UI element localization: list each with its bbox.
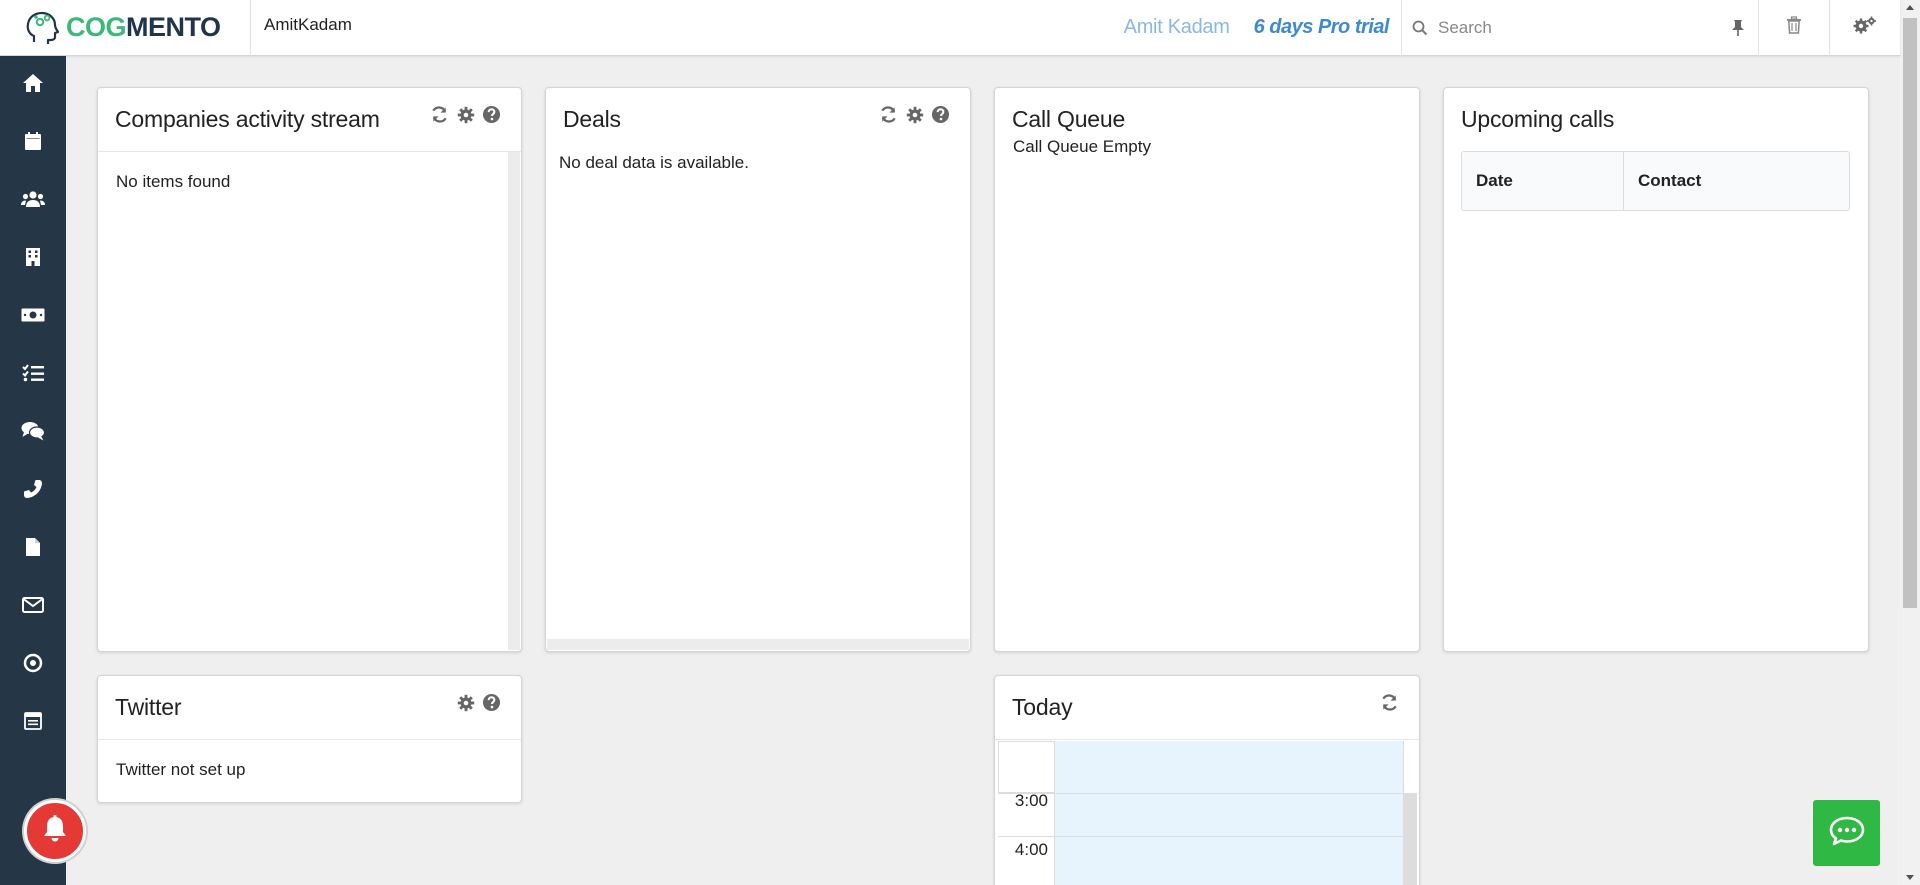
pro-trial-link[interactable]: 6 days Pro trial xyxy=(1254,16,1390,39)
sidebar-item-calendar[interactable] xyxy=(0,114,66,172)
upcoming-calls-card: Upcoming calls Date Contact xyxy=(1443,87,1869,652)
card-title: Upcoming calls xyxy=(1461,106,1615,132)
document-icon xyxy=(25,537,41,562)
sidebar-item-cases[interactable] xyxy=(0,404,66,462)
search-icon xyxy=(1402,20,1438,36)
help-icon[interactable] xyxy=(482,105,501,124)
card-title: Today xyxy=(1012,694,1073,720)
scroll-up-icon[interactable] xyxy=(1906,5,1914,10)
user-name-link[interactable]: Amit Kadam xyxy=(1124,16,1230,39)
target-icon xyxy=(23,653,43,678)
email-icon xyxy=(22,596,44,618)
sidebar-item-calls[interactable] xyxy=(0,462,66,520)
card-scrollbar[interactable] xyxy=(547,639,969,650)
deals-card: Deals No deal data is available. xyxy=(545,87,971,652)
logo-head-icon xyxy=(24,8,62,48)
logo-text: COGMENTO xyxy=(66,12,221,42)
card-divider xyxy=(98,739,521,740)
sidebar-item-deals[interactable] xyxy=(0,288,66,346)
sidebar-item-companies[interactable] xyxy=(0,230,66,288)
gear-icon[interactable] xyxy=(456,105,475,124)
time-label: 3:00 xyxy=(1014,791,1048,810)
scrollbar-thumb[interactable] xyxy=(1903,18,1917,608)
calendar-scrollbar[interactable] xyxy=(1403,741,1417,885)
sidebar-item-contacts[interactable] xyxy=(0,172,66,230)
sidebar-item-home[interactable] xyxy=(0,56,66,114)
card-divider xyxy=(995,739,1419,740)
chat-icon xyxy=(1828,815,1866,852)
call-queue-card: Call Queue Call Queue Empty xyxy=(994,87,1420,652)
chat-button[interactable] xyxy=(1813,800,1880,866)
empty-message: Call Queue Empty xyxy=(1013,137,1151,156)
upcoming-calls-table-header: Date Contact xyxy=(1461,151,1850,211)
search-input[interactable] xyxy=(1438,17,1688,38)
today-card: Today 3:00 4:00 xyxy=(994,675,1420,885)
refresh-icon[interactable] xyxy=(1380,693,1399,712)
trash-icon xyxy=(1786,16,1802,39)
column-header-contact[interactable]: Contact xyxy=(1624,152,1701,210)
time-row[interactable]: 3:00 xyxy=(998,791,1403,842)
gear-icon[interactable] xyxy=(905,105,924,124)
time-row[interactable]: 4:00 xyxy=(998,836,1403,885)
form-icon xyxy=(24,711,42,735)
sidebar xyxy=(0,56,66,885)
sidebar-item-email[interactable] xyxy=(0,578,66,636)
tasks-icon xyxy=(22,363,44,387)
card-title: Call Queue xyxy=(1012,106,1126,132)
top-bar: COGMENTO AmitKadam Amit Kadam 6 days Pro… xyxy=(0,0,1900,56)
card-divider xyxy=(98,151,521,152)
empty-message: No deal data is available. xyxy=(559,153,749,172)
today-calendar[interactable]: 3:00 4:00 xyxy=(998,741,1417,885)
settings-icon xyxy=(1853,15,1877,40)
notification-bell-button[interactable] xyxy=(24,800,86,862)
card-title: Twitter xyxy=(115,694,182,720)
deals-icon xyxy=(21,307,45,328)
twitter-card: Twitter Twitter not set up xyxy=(97,675,522,803)
trash-button[interactable] xyxy=(1758,0,1829,56)
help-icon[interactable] xyxy=(931,105,950,124)
logo[interactable]: COGMENTO xyxy=(0,0,251,56)
account-name: AmitKadam xyxy=(264,15,352,34)
sidebar-item-forms[interactable] xyxy=(0,694,66,752)
scroll-down-icon[interactable] xyxy=(1906,875,1914,880)
contacts-icon xyxy=(21,190,45,213)
card-title: Companies activity stream xyxy=(115,106,380,132)
bell-icon xyxy=(41,814,69,849)
empty-message: No items found xyxy=(116,172,231,191)
search-box xyxy=(1401,0,1758,56)
all-day-slot[interactable] xyxy=(1054,741,1403,793)
time-label: 4:00 xyxy=(1014,840,1048,859)
calendar-icon xyxy=(24,131,42,156)
sidebar-item-documents[interactable] xyxy=(0,520,66,578)
cases-icon xyxy=(21,421,46,446)
home-icon xyxy=(22,73,44,98)
column-header-date[interactable]: Date xyxy=(1462,152,1624,210)
refresh-icon[interactable] xyxy=(430,105,449,124)
card-title: Deals xyxy=(563,106,621,132)
gear-icon[interactable] xyxy=(456,693,475,712)
time-slot[interactable] xyxy=(1054,837,1403,885)
card-scrollbar[interactable] xyxy=(508,152,520,650)
page-scrollbar[interactable] xyxy=(1900,0,1920,885)
settings-button[interactable] xyxy=(1829,0,1900,56)
companies-activity-card: Companies activity stream No items found xyxy=(97,87,522,652)
empty-message: Twitter not set up xyxy=(116,760,246,779)
refresh-icon[interactable] xyxy=(879,105,898,124)
sidebar-item-campaigns[interactable] xyxy=(0,636,66,694)
sidebar-item-tasks[interactable] xyxy=(0,346,66,404)
pin-icon[interactable] xyxy=(1718,19,1758,37)
companies-icon xyxy=(25,247,41,272)
time-slot[interactable] xyxy=(1054,794,1403,837)
phone-icon xyxy=(23,479,43,504)
help-icon[interactable] xyxy=(482,693,501,712)
